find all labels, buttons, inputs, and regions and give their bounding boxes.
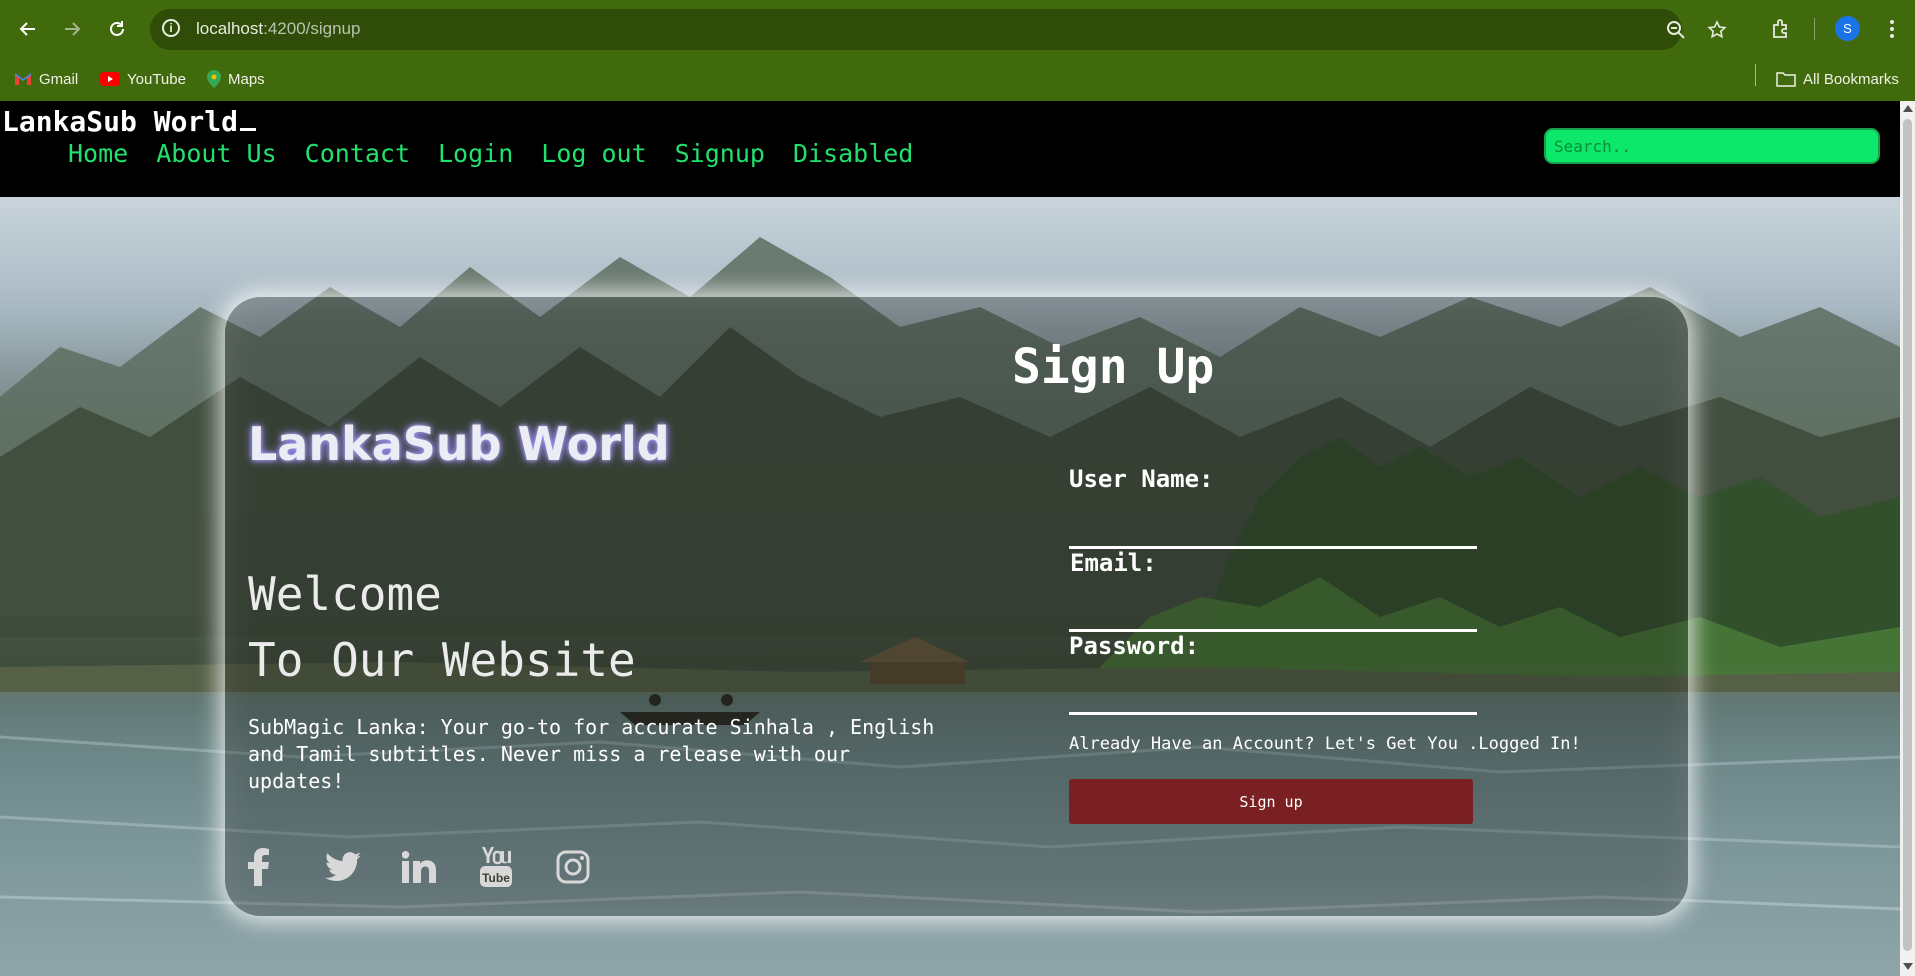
browser-chrome: i localhost:4200/signup S Gmail YouTube: [0, 0, 1915, 101]
bookmark-label: Gmail: [39, 70, 79, 88]
site-brand[interactable]: LankaSub World: [2, 105, 257, 138]
username-label: User Name:: [1069, 465, 1214, 493]
nav-home[interactable]: Home: [68, 139, 128, 168]
email-label: Email:: [1070, 549, 1157, 577]
extensions-icon[interactable]: [1767, 15, 1795, 43]
browser-toolbar: i localhost:4200/signup S: [0, 0, 1915, 58]
instagram-icon[interactable]: [556, 842, 633, 892]
menu-dots-icon[interactable]: [1878, 15, 1906, 43]
site-header: LankaSub World Home About Us Contact Log…: [0, 101, 1900, 197]
zoom-icon[interactable]: [1664, 18, 1688, 42]
password-input[interactable]: [1069, 666, 1477, 715]
nav-contact[interactable]: Contact: [305, 139, 410, 168]
profile-avatar[interactable]: S: [1835, 16, 1860, 41]
site-brand-text: LankaSub World: [2, 105, 239, 138]
bookmark-youtube[interactable]: YouTube: [100, 67, 186, 91]
nav-disabled[interactable]: Disabled: [793, 139, 913, 168]
forward-icon[interactable]: [56, 13, 88, 45]
bookmark-gmail[interactable]: Gmail: [14, 67, 78, 91]
folder-icon: [1776, 72, 1796, 87]
search-input[interactable]: [1544, 128, 1880, 164]
address-bar[interactable]: i localhost:4200/signup: [150, 9, 1727, 50]
signup-button[interactable]: Sign up: [1069, 779, 1473, 824]
page-scrollbar[interactable]: [1900, 101, 1915, 976]
url-host: localhost: [196, 19, 264, 38]
scroll-up-arrow-icon[interactable]: [1903, 105, 1913, 112]
login-prompt-link[interactable]: Already Have an Account? Let's Get You .…: [1069, 734, 1581, 754]
facebook-icon[interactable]: [248, 842, 325, 892]
bookmark-label: Maps: [228, 70, 265, 88]
scroll-down-arrow-icon[interactable]: [1903, 963, 1913, 970]
star-icon[interactable]: [1705, 18, 1729, 42]
bookmarks-divider: [1755, 64, 1756, 86]
main-nav: Home About Us Contact Login Log out Sign…: [68, 139, 913, 168]
welcome-heading-line2: To Our Website: [248, 633, 636, 687]
bookmark-label: YouTube: [127, 70, 186, 88]
youtube-icon[interactable]: Tube: [479, 842, 556, 892]
welcome-description: SubMagic Lanka: Your go-to for accurate …: [248, 715, 935, 793]
username-input[interactable]: [1069, 500, 1477, 549]
nav-log-out[interactable]: Log out: [541, 139, 646, 168]
signup-card: LankaSub World Welcome To Our Website Su…: [225, 297, 1688, 916]
youtube-icon: [100, 72, 120, 86]
signup-title: Sign Up: [1012, 339, 1215, 395]
address-url: localhost:4200/signup: [196, 19, 360, 39]
toolbar-divider: [1814, 18, 1815, 40]
linkedin-icon[interactable]: [402, 842, 479, 892]
email-input[interactable]: [1069, 583, 1477, 632]
site-info-icon[interactable]: i: [162, 19, 180, 37]
welcome-heading-line1: Welcome: [248, 567, 442, 621]
nav-signup[interactable]: Signup: [675, 139, 765, 168]
all-bookmarks[interactable]: All Bookmarks: [1776, 67, 1899, 91]
bookmark-maps[interactable]: Maps: [207, 67, 265, 91]
nav-login[interactable]: Login: [438, 139, 513, 168]
brand-cursor: [240, 128, 257, 131]
maps-icon: [207, 70, 221, 88]
gmail-icon: [14, 73, 32, 85]
all-bookmarks-label: All Bookmarks: [1803, 70, 1899, 88]
bookmarks-bar: Gmail YouTube Maps All Bookmarks: [0, 58, 1915, 101]
scroll-thumb[interactable]: [1903, 119, 1912, 951]
twitter-icon[interactable]: [325, 842, 402, 892]
nav-about-us[interactable]: About Us: [156, 139, 276, 168]
back-icon[interactable]: [12, 13, 44, 45]
card-brand-title: LankaSub World: [248, 417, 670, 471]
url-port-path: :4200/signup: [263, 19, 361, 38]
social-links: Tube: [248, 842, 633, 892]
password-label: Password:: [1069, 632, 1200, 660]
reload-icon[interactable]: [101, 13, 133, 45]
svg-text:Tube: Tube: [482, 871, 510, 885]
